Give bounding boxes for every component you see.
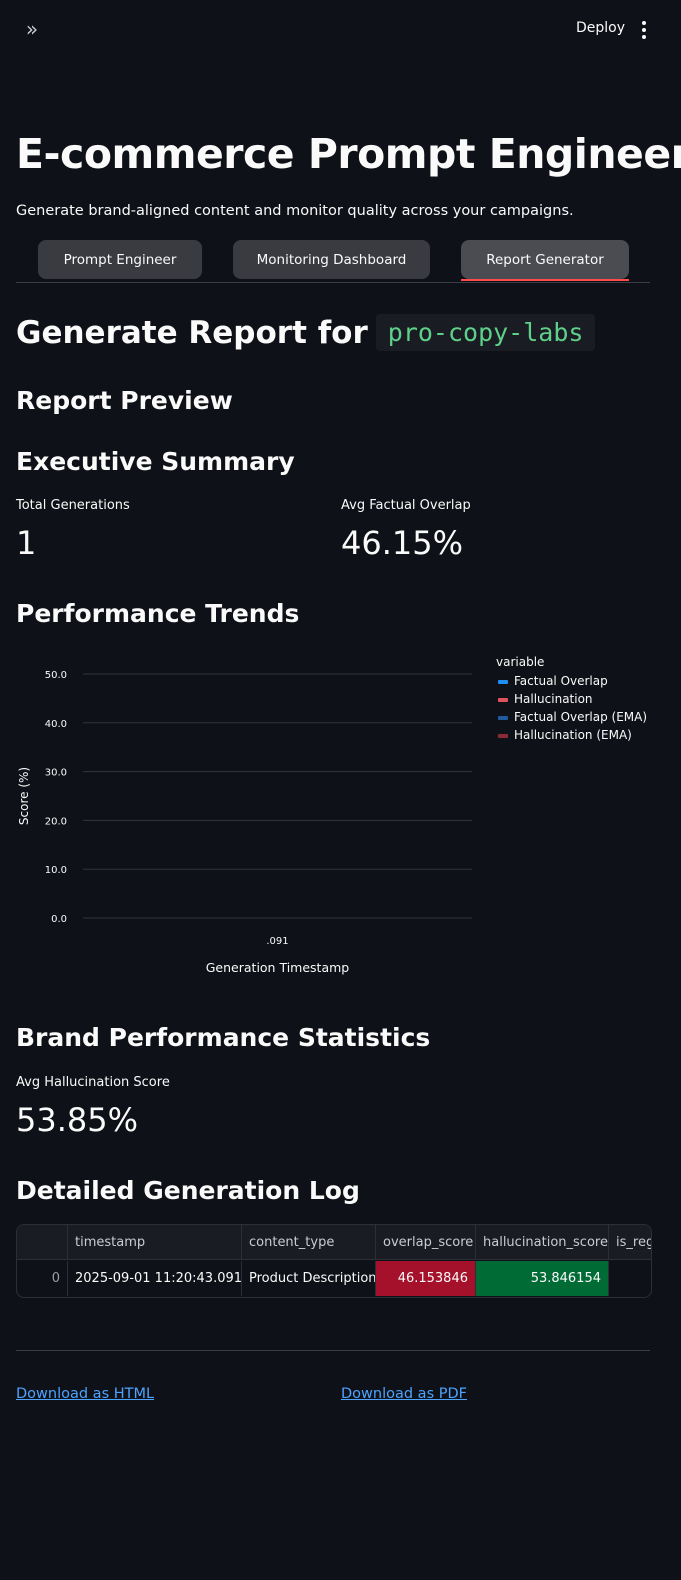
y-tick-label-4: 40.0 [45,719,67,730]
table-cell-content-type[interactable]: Product Description [242,1261,376,1296]
metric-label-avg-hallucination: Avg Hallucination Score [16,1075,170,1090]
performance-trends-chart: 0.0 10.0 20.0 30.0 40.0 50.0 .091 Generation Ti… [17,655,647,975]
column-header-index[interactable] [17,1225,68,1260]
legend-entry-2: Factual Overlap (EMA) [514,710,647,724]
tab-bar: Prompt Engineer Monitoring Dashboard Rep… [16,240,650,283]
y-tick-label-1: 10.0 [45,865,67,876]
download-pdf-link[interactable]: Download as PDF [341,1386,467,1402]
x-axis-label: Generation Timestamp [206,960,350,975]
table-cell-timestamp[interactable]: 2025-09-01 11:20:43.091549 [68,1261,242,1296]
generation-log-table[interactable]: timestamp content_type overlap_score hal… [16,1224,652,1298]
report-title: Generate Report for pro-copy-labs [16,314,596,351]
generation-log-heading: Detailed Generation Log [16,1176,360,1205]
deploy-button[interactable]: Deploy [576,20,625,36]
tab-prompt-engineer[interactable]: Prompt Engineer [38,240,202,279]
table-cell-overlap-score[interactable]: 46.153846 [376,1261,476,1296]
metric-value-avg-factual-overlap: 46.15% [341,524,464,562]
y-tick-label-5: 50.0 [45,670,67,681]
top-bar: » Deploy [0,0,681,60]
y-tick-label-3: 30.0 [45,768,67,779]
executive-summary-heading: Executive Summary [16,447,295,476]
legend-entry-1: Hallucination [514,692,593,706]
page-subtitle: Generate brand-aligned content and monit… [16,203,574,219]
metric-value-avg-hallucination: 53.85% [16,1101,139,1139]
column-header-timestamp[interactable]: timestamp [68,1225,242,1260]
tab-report-generator[interactable]: Report Generator [461,240,629,279]
report-preview-heading: Report Preview [16,386,233,415]
column-header-hallucination-score[interactable]: hallucination_score [476,1225,609,1260]
legend-swatch-3 [498,734,508,738]
legend-title: variable [496,655,544,669]
x-tick-label-0: .091 [266,936,288,947]
legend-swatch-2 [498,716,508,720]
column-header-overlap-score[interactable]: overlap_score [376,1225,476,1260]
y-tick-label-2: 20.0 [45,816,67,827]
metric-value-total-generations: 1 [16,524,37,562]
y-tick-label-0: 0.0 [51,914,67,925]
table-cell-index[interactable]: 0 [17,1261,68,1296]
column-header-is-reg[interactable]: is_reg [609,1225,651,1260]
active-tab-indicator [461,279,629,281]
section-divider [16,1350,650,1351]
column-header-content-type[interactable]: content_type [242,1225,376,1260]
download-html-link[interactable]: Download as HTML [16,1386,154,1402]
table-cell-hallucination-score[interactable]: 53.846154 [476,1261,609,1296]
brand-performance-heading: Brand Performance Statistics [16,1023,431,1052]
metric-label-total-generations: Total Generations [16,498,130,513]
metric-label-avg-factual-overlap: Avg Factual Overlap [341,498,471,513]
table-cell-is-reg[interactable] [609,1261,651,1296]
legend-entry-3: Hallucination (EMA) [514,728,632,742]
double-chevron-right-icon[interactable]: » [20,18,44,42]
legend-swatch-1 [498,698,508,702]
kebab-menu-icon[interactable] [636,16,652,44]
tab-monitoring-dashboard[interactable]: Monitoring Dashboard [233,240,430,279]
legend-swatch-0 [498,680,508,684]
brand-code: pro-copy-labs [375,314,596,351]
page-title: E-commerce Prompt Engineer [16,130,681,178]
y-axis-label: Score (%) [17,767,31,825]
performance-trends-heading: Performance Trends [16,599,300,628]
report-title-text: Generate Report for [16,314,368,351]
legend-entry-0: Factual Overlap [514,674,608,688]
